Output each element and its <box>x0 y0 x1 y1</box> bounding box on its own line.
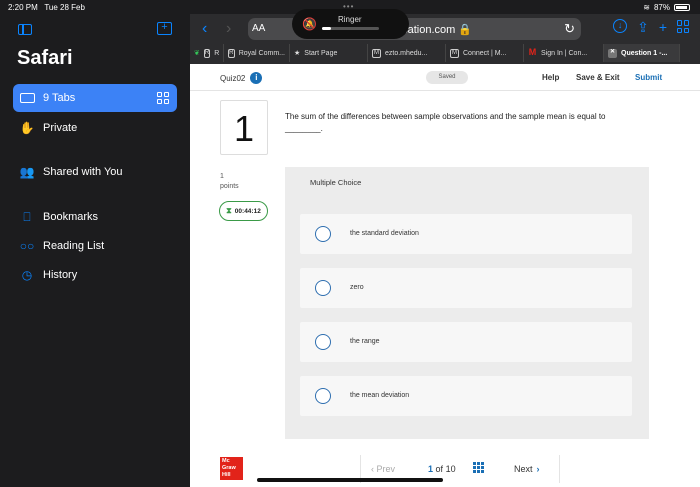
points-value: 1 <box>220 173 224 180</box>
answer-text: zero <box>350 284 364 291</box>
timer-badge: ⧗ 00:44:12 <box>219 201 268 221</box>
radio-button[interactable] <box>315 226 331 242</box>
clock-icon: ◷ <box>21 268 33 282</box>
tab-item[interactable]: R Royal Comm... <box>224 44 290 62</box>
tab-strip: ❦ R R R Royal Comm... ★ Start Page M ezt… <box>190 44 700 62</box>
favicon-icon: R <box>203 48 211 58</box>
sidebar-toggle-icon[interactable] <box>18 24 32 35</box>
submit-link[interactable]: Submit <box>635 73 662 82</box>
chevron-left-icon: ‹ <box>371 464 374 474</box>
sidebar-item-label: History <box>43 269 78 281</box>
sidebar-item-reading-list[interactable]: ○○ Reading List <box>13 232 177 260</box>
next-button[interactable]: Next › <box>514 464 540 474</box>
sidebar-item-label: Private <box>43 122 78 134</box>
sidebar-item-label: Shared with You <box>43 166 123 178</box>
sidebar-item-tabs[interactable]: 9 Tabs <box>13 84 177 112</box>
sidebar-item-label: Reading List <box>43 240 105 252</box>
quiz-header: Quiz02 i Saved Help Save & Exit Submit <box>190 64 700 91</box>
radio-button[interactable] <box>315 388 331 404</box>
close-tab-icon[interactable]: ✕ <box>608 48 617 58</box>
new-tab-group-icon[interactable]: + <box>157 22 172 35</box>
answer-text: the standard deviation <box>350 230 419 237</box>
question-type: Multiple Choice <box>310 178 362 187</box>
status-right: ≋ 87% <box>643 3 690 12</box>
help-link[interactable]: Help <box>542 73 559 82</box>
page-indicator: 1 of 10 <box>428 464 456 474</box>
tab-overview-grid-icon[interactable] <box>677 20 690 33</box>
wifi-icon: ≋ <box>643 3 650 12</box>
page-content: Quiz02 i Saved Help Save & Exit Submit 1… <box>190 64 700 487</box>
saved-badge: Saved <box>426 71 468 84</box>
answer-text: the mean deviation <box>350 392 410 399</box>
sidebar-item-shared[interactable]: 👥 Shared with You <box>13 158 177 186</box>
quiz-title: Quiz02 i <box>220 72 263 84</box>
safari-sidebar: + Safari 9 Tabs ✋ Private 👥 Shared with … <box>0 14 190 487</box>
points-info: 1 points <box>220 172 239 192</box>
browser-toolbar: ‹ › AA ucation.com 🔒 ↻ ↓ ⇪ + ❦ R R R Roy… <box>190 14 700 64</box>
reader-options-button[interactable]: AA <box>252 23 265 34</box>
sidebar-item-private[interactable]: ✋ Private <box>13 114 177 142</box>
reload-icon[interactable]: ↻ <box>564 21 575 37</box>
tab-overview-icon[interactable] <box>157 92 169 104</box>
bookmark-icon: ⎕ <box>23 209 31 224</box>
new-tab-icon[interactable]: + <box>659 19 667 36</box>
home-indicator[interactable] <box>257 478 443 482</box>
mcgraw-favicon-icon: M <box>528 46 537 57</box>
star-icon: ★ <box>294 50 301 57</box>
glasses-icon: ○○ <box>19 239 35 253</box>
tab-item[interactable]: ❦ R R <box>190 44 224 62</box>
answer-choice[interactable]: the range <box>300 322 632 362</box>
share-icon[interactable]: ⇪ <box>637 19 649 36</box>
tab-item[interactable]: M ezto.mhedu... <box>368 44 446 62</box>
tab-item-active[interactable]: ✕ Question 1 -... <box>604 44 680 62</box>
sidebar-title: Safari <box>17 47 73 69</box>
back-icon[interactable]: ‹ <box>202 20 207 38</box>
people-icon: 👥 <box>19 165 35 179</box>
multiple-choice-panel: Multiple Choice the standard deviation z… <box>285 167 649 439</box>
ringer-label: Ringer <box>338 15 362 24</box>
chevron-right-icon: › <box>536 464 540 474</box>
tab-item[interactable]: ★ Start Page <box>290 44 368 62</box>
toolbar-actions: ↓ ⇪ + <box>613 19 690 36</box>
bell-muted-icon: 🔕 <box>302 17 317 31</box>
question-text: The sum of the differences between sampl… <box>285 112 606 133</box>
lock-icon: 🔒 <box>458 24 473 36</box>
favicon-icon: M <box>450 48 459 58</box>
points-label: points <box>220 183 239 190</box>
favicon-icon: R <box>228 48 235 58</box>
answer-text: the range <box>350 338 380 345</box>
save-exit-link[interactable]: Save & Exit <box>576 73 620 82</box>
battery-percent: 87% <box>653 3 670 12</box>
prev-button[interactable]: ‹ Prev <box>371 464 395 474</box>
radio-button[interactable] <box>315 334 331 350</box>
status-time: 2:20 PM Tue 28 Feb <box>8 3 85 12</box>
hand-icon: ✋ <box>19 121 35 135</box>
sidebar-item-bookmarks[interactable]: ⎕ Bookmarks <box>13 203 177 231</box>
timer-value: 00:44:12 <box>234 207 261 215</box>
answer-choice[interactable]: zero <box>300 268 632 308</box>
mcgraw-hill-logo: Mc Graw Hill <box>220 457 243 480</box>
radio-button[interactable] <box>315 280 331 296</box>
ringer-hud: 🔕 Ringer <box>292 9 409 39</box>
tab-item[interactable]: M Connect | M... <box>446 44 524 62</box>
answer-choice[interactable]: the standard deviation <box>300 214 632 254</box>
sidebar-item-label: Bookmarks <box>43 211 99 223</box>
tab-item[interactable]: M Sign In | Con... <box>524 44 604 62</box>
forward-icon[interactable]: › <box>226 20 231 38</box>
answer-choice[interactable]: the mean deviation <box>300 376 632 416</box>
ringer-volume-fill <box>322 27 331 30</box>
favicon-icon: M <box>372 48 381 58</box>
question-grid-icon[interactable] <box>473 462 484 473</box>
sidebar-item-history[interactable]: ◷ History <box>13 261 177 289</box>
leaf-favicon-icon: ❦ <box>194 50 200 57</box>
sidebar-item-label: 9 Tabs <box>43 92 76 104</box>
hourglass-icon: ⧗ <box>226 206 232 215</box>
battery-icon <box>674 4 690 11</box>
downloads-icon[interactable]: ↓ <box>613 19 628 33</box>
tabs-icon <box>19 91 35 105</box>
info-icon[interactable]: i <box>250 72 263 84</box>
ringer-volume-track <box>322 27 379 30</box>
question-number: 1 <box>220 100 268 155</box>
